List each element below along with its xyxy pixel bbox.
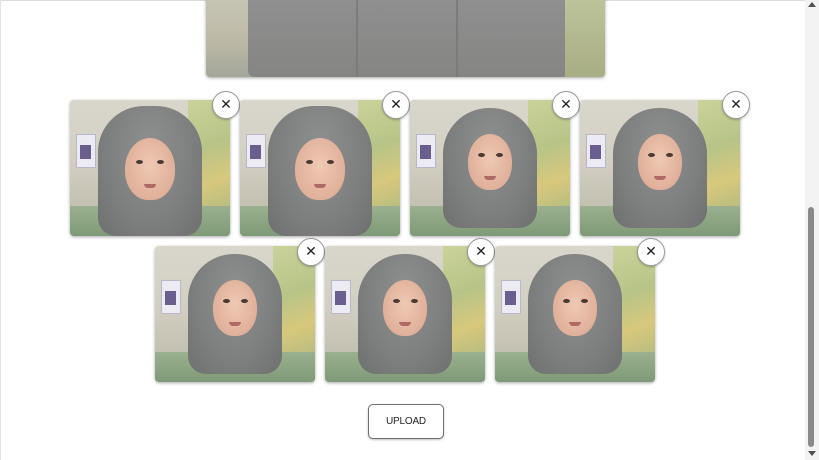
capture-page: ✕ ✕ ✕ ✕ ✕ ✕ ✕ UPLOAD [0,0,819,460]
scroll-down-arrow-icon[interactable] [808,451,816,456]
preview-fold [456,0,458,77]
remove-photo-2-close-icon[interactable]: ✕ [382,91,410,119]
captured-photo-thumb [70,100,230,236]
remove-photo-5-close-icon[interactable]: ✕ [297,238,325,266]
captured-photo-image [240,100,400,236]
left-divider [0,0,1,460]
remove-photo-7-close-icon[interactable]: ✕ [637,238,665,266]
captured-photo-thumb [155,246,315,382]
scrollbar-thumb[interactable] [808,207,814,447]
preview-background-right [565,0,605,77]
captured-photo-thumb [580,100,740,236]
captured-photo-image [495,246,655,382]
scroll-up-arrow-icon[interactable] [808,2,816,7]
captured-photo-image [155,246,315,382]
remove-photo-1-close-icon[interactable]: ✕ [212,91,240,119]
upload-button[interactable]: UPLOAD [368,404,444,439]
captured-photo-image [580,100,740,236]
captured-photo-thumb [240,100,400,236]
preview-fold [356,0,358,77]
captured-photo-image [410,100,570,236]
vertical-scrollbar[interactable] [805,0,819,460]
captured-photo-image [70,100,230,236]
remove-photo-6-close-icon[interactable]: ✕ [467,238,495,266]
captured-photo-thumb [495,246,655,382]
preview-background-left [206,0,254,77]
remove-photo-4-close-icon[interactable]: ✕ [722,91,750,119]
remove-photo-3-close-icon[interactable]: ✕ [552,91,580,119]
captured-photo-thumb [325,246,485,382]
captured-photo-thumb [410,100,570,236]
captured-photo-image [325,246,485,382]
live-camera-preview [206,0,605,77]
preview-subject [248,0,568,77]
